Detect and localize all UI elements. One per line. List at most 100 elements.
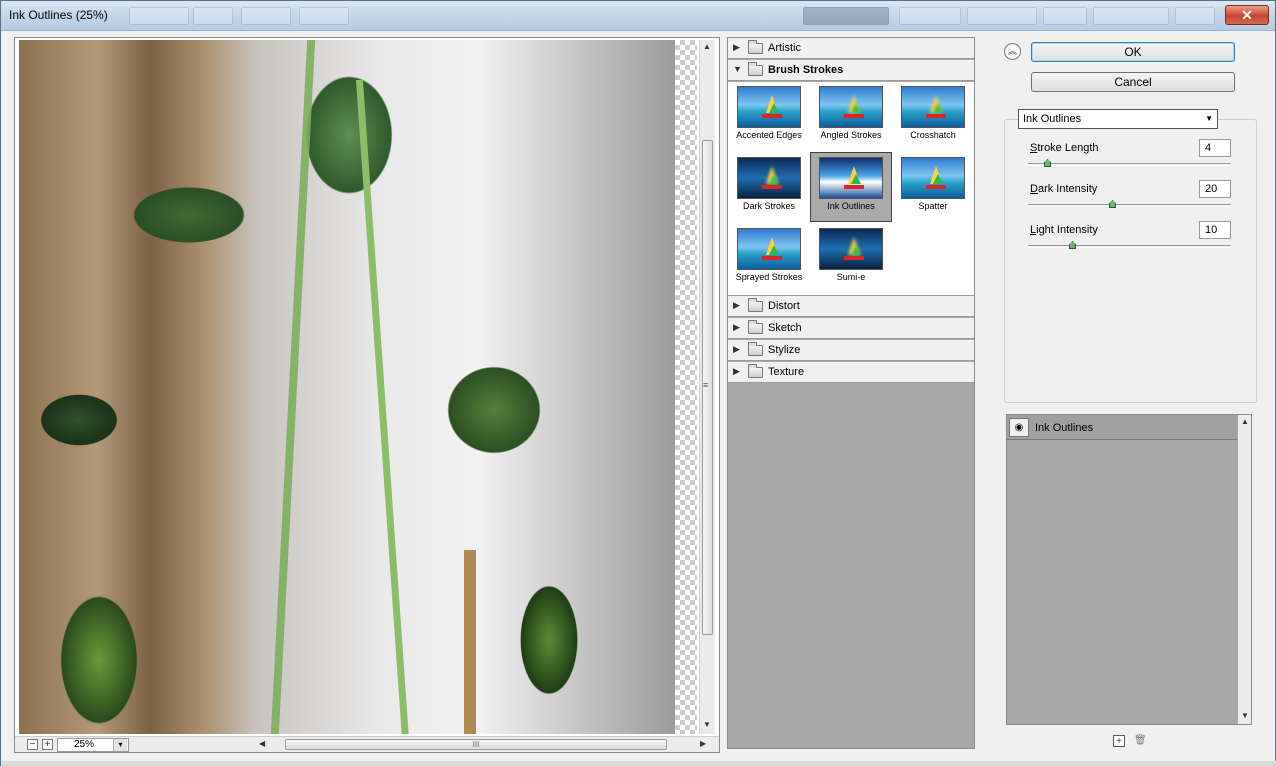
dark-intensity-label: Dark Intensity — [1030, 183, 1098, 195]
folder-icon — [748, 364, 763, 378]
category-label: Sketch — [768, 322, 802, 334]
zoom-out-button[interactable]: − — [27, 739, 38, 750]
ghost-workspace-tab — [899, 7, 961, 25]
transparency-checker — [675, 40, 697, 734]
zoom-in-button[interactable]: + — [42, 739, 53, 750]
light-intensity-label: Light Intensity — [1030, 224, 1098, 236]
scroll-right-arrow-icon[interactable]: ▶ — [700, 739, 706, 748]
collapse-arrow-icon: ▼ — [733, 64, 742, 74]
thumbnail-label: Angled Strokes — [820, 130, 882, 140]
title-bar: Ink Outlines (25%) ✕ — [1, 1, 1275, 31]
plant-stalk — [355, 80, 410, 734]
ghost-workspace-tab — [803, 7, 889, 25]
expand-arrow-icon: ▶ — [733, 300, 740, 310]
thumb-angled-strokes[interactable]: Angled Strokes — [811, 82, 891, 148]
thumbnail-image — [819, 86, 883, 128]
thumbnail-label: Ink Outlines — [827, 201, 875, 211]
category-texture[interactable]: ▶ Texture — [728, 362, 974, 383]
scroll-up-arrow-icon[interactable]: ▲ — [1241, 417, 1249, 426]
folder-icon — [748, 320, 763, 334]
layers-scrollbar[interactable]: ▲ ▼ — [1238, 415, 1251, 724]
ghost-workspace-tab — [1043, 7, 1087, 25]
thumbnail-label: Sprayed Strokes — [735, 272, 803, 282]
ok-button[interactable]: OK — [1031, 42, 1235, 62]
folder-icon — [748, 40, 763, 54]
filter-select[interactable]: Ink Outlines ▼ — [1018, 109, 1218, 129]
preview-image[interactable] — [19, 40, 675, 734]
expand-arrow-icon: ▶ — [733, 344, 740, 354]
window-title: Ink Outlines (25%) — [9, 8, 108, 22]
thumbnail-image — [819, 228, 883, 270]
thumbnail-label: Dark Strokes — [742, 201, 795, 211]
effect-layer-label: Ink Outlines — [1035, 422, 1094, 434]
thumb-dark-strokes[interactable]: Dark Strokes — [729, 153, 809, 219]
dark-intensity-field[interactable]: 20 — [1199, 180, 1231, 198]
effect-layers-panel: ◉ Ink Outlines ▲ ▼ — [1006, 414, 1252, 725]
category-sketch[interactable]: ▶ Sketch — [728, 318, 974, 339]
ghost-workspace-tab — [967, 7, 1037, 25]
thumbnail-image — [819, 157, 883, 199]
thumbnail-image — [737, 228, 801, 270]
expand-arrow-icon: ▶ — [733, 366, 740, 376]
light-intensity-slider[interactable] — [1028, 241, 1231, 249]
grip-icon: III — [472, 740, 480, 749]
scroll-up-arrow-icon[interactable]: ▲ — [703, 42, 711, 51]
preview-horizontal-scrollbar[interactable]: ◀ III ▶ — [255, 739, 706, 751]
filter-select-value: Ink Outlines — [1023, 113, 1082, 125]
stroke-length-slider[interactable] — [1028, 159, 1231, 167]
filter-settings-panel — [1004, 119, 1257, 403]
dropdown-arrow-icon: ▼ — [1205, 114, 1213, 123]
folder-open-icon — [748, 62, 763, 76]
effect-layer-row[interactable]: ◉ Ink Outlines — [1007, 415, 1237, 440]
trash-icon[interactable]: 🗑 — [1134, 735, 1147, 747]
grip-icon: ≡ — [703, 380, 709, 390]
scroll-down-arrow-icon[interactable]: ▼ — [703, 720, 711, 729]
thumbnail-image — [901, 157, 965, 199]
category-label: Distort — [768, 300, 800, 312]
collapse-gallery-button[interactable]: ︽ — [1004, 43, 1021, 60]
light-intensity-field[interactable]: 10 — [1199, 221, 1231, 239]
ghost-toolbar-item — [241, 7, 291, 25]
dark-intensity-slider[interactable] — [1028, 200, 1231, 208]
preview-pane: ▲ ≡ ▼ − + 25% ▾ ◀ III ▶ — [14, 37, 720, 753]
cancel-button[interactable]: Cancel — [1031, 72, 1235, 92]
zoom-value: 25% — [74, 739, 95, 750]
expand-arrow-icon: ▶ — [733, 42, 740, 52]
category-distort[interactable]: ▶ Distort — [728, 296, 974, 317]
ghost-toolbar-item — [193, 7, 233, 25]
close-button[interactable]: ✕ — [1225, 5, 1269, 25]
close-icon: ✕ — [1241, 7, 1253, 23]
thumb-ink-outlines[interactable]: Ink Outlines — [810, 152, 892, 222]
zoom-dropdown-icon[interactable]: ▾ — [113, 739, 127, 751]
thumb-crosshatch[interactable]: Crosshatch — [893, 82, 973, 148]
scroll-left-arrow-icon[interactable]: ◀ — [259, 739, 265, 748]
double-chevron-up-icon: ︽ — [1007, 46, 1017, 56]
category-brush-strokes[interactable]: ▼ Brush Strokes — [728, 60, 974, 81]
category-label: Artistic — [768, 42, 801, 54]
brush-strokes-thumbnails: Accented Edges Angled Strokes Crosshatch… — [728, 82, 974, 296]
ghost-search-field — [1093, 7, 1169, 25]
bottom-edge — [1, 761, 1276, 766]
scroll-down-arrow-icon[interactable]: ▼ — [1241, 711, 1249, 720]
preview-vertical-scrollbar[interactable]: ▲ ≡ ▼ — [699, 40, 715, 734]
preview-bottom-bar: − + 25% ▾ ◀ III ▶ — [15, 736, 719, 752]
stroke-length-field[interactable]: 4 — [1199, 139, 1231, 157]
thumb-sprayed-strokes[interactable]: Sprayed Strokes — [729, 224, 809, 290]
category-stylize[interactable]: ▶ Stylize — [728, 340, 974, 361]
new-effect-layer-icon[interactable]: + — [1113, 735, 1125, 747]
filter-gallery-list: ▶ Artistic ▼ Brush Strokes Accented Edge… — [727, 37, 975, 749]
thumb-sumi-e[interactable]: Sumi-e — [811, 224, 891, 290]
folder-icon — [748, 342, 763, 356]
category-artistic[interactable]: ▶ Artistic — [728, 38, 974, 59]
ghost-toolbar-item — [299, 7, 349, 25]
horizontal-scroll-thumb[interactable]: III — [285, 739, 667, 750]
thumbnail-label: Sumi-e — [836, 272, 866, 282]
thumb-spatter[interactable]: Spatter — [893, 153, 973, 219]
category-label: Brush Strokes — [768, 64, 844, 76]
category-label: Stylize — [768, 344, 801, 356]
thumb-accented-edges[interactable]: Accented Edges — [729, 82, 809, 148]
eye-icon[interactable]: ◉ — [1009, 418, 1029, 437]
ghost-toolbar-item — [129, 7, 189, 25]
folder-icon — [748, 298, 763, 312]
stroke-length-label: Stroke Length — [1030, 142, 1099, 154]
